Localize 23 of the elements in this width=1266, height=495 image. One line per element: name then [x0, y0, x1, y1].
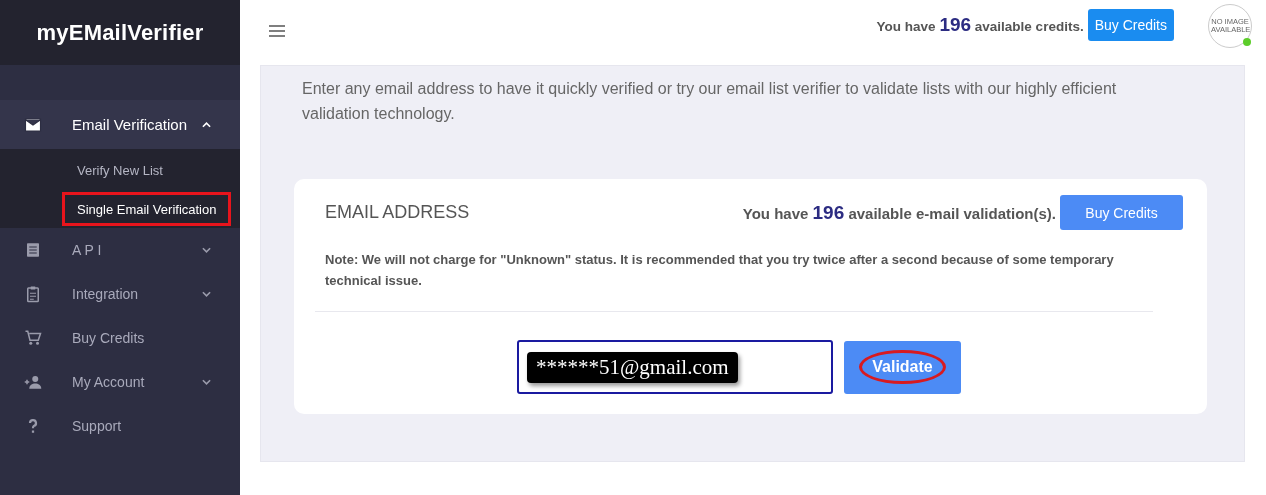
logo[interactable]: myEMailVerifier	[36, 19, 204, 46]
document-icon	[24, 241, 42, 259]
sidebar-item[interactable]: My Account	[0, 360, 240, 404]
submenu-item[interactable]: Single Email Verification	[62, 192, 232, 226]
sidebar-item[interactable]: Email Verification	[0, 100, 240, 149]
validate-button[interactable]: Validate	[844, 340, 961, 394]
add-person-icon	[24, 373, 42, 391]
card-title: EMAIL ADDRESS	[325, 202, 471, 223]
credits-text: You have 196 available e-mail validation(s).	[742, 201, 1056, 224]
credits-text: You have 196 available credits.	[876, 14, 1084, 36]
buy-credits-button[interactable]: Buy Credits	[1060, 195, 1183, 230]
buy-credits-button[interactable]: Buy Credits	[1087, 9, 1174, 41]
clipboard-icon	[24, 285, 42, 303]
note-text: Note: We will not charge for "Unknown" status. It is recommended that you try twice after a second because of some temporary technical issue.	[325, 251, 1115, 290]
menu-icon[interactable]	[269, 25, 285, 37]
email-field[interactable]: ******51@gmail.com	[517, 340, 833, 394]
intro-text: Enter any email address to have it quickly verified or try our email list verifier to validate lists with our highly efficient validation technology.	[302, 79, 1118, 124]
sidebar-item[interactable]: Buy Credits	[0, 316, 240, 360]
sidebar-item[interactable]: Integration	[0, 272, 240, 316]
submenu-item[interactable]: Verify New List	[62, 153, 178, 187]
sidebar-item[interactable]: A P I	[0, 228, 240, 272]
sidebar-item[interactable]: Support	[0, 404, 240, 448]
cart-icon	[24, 329, 42, 347]
